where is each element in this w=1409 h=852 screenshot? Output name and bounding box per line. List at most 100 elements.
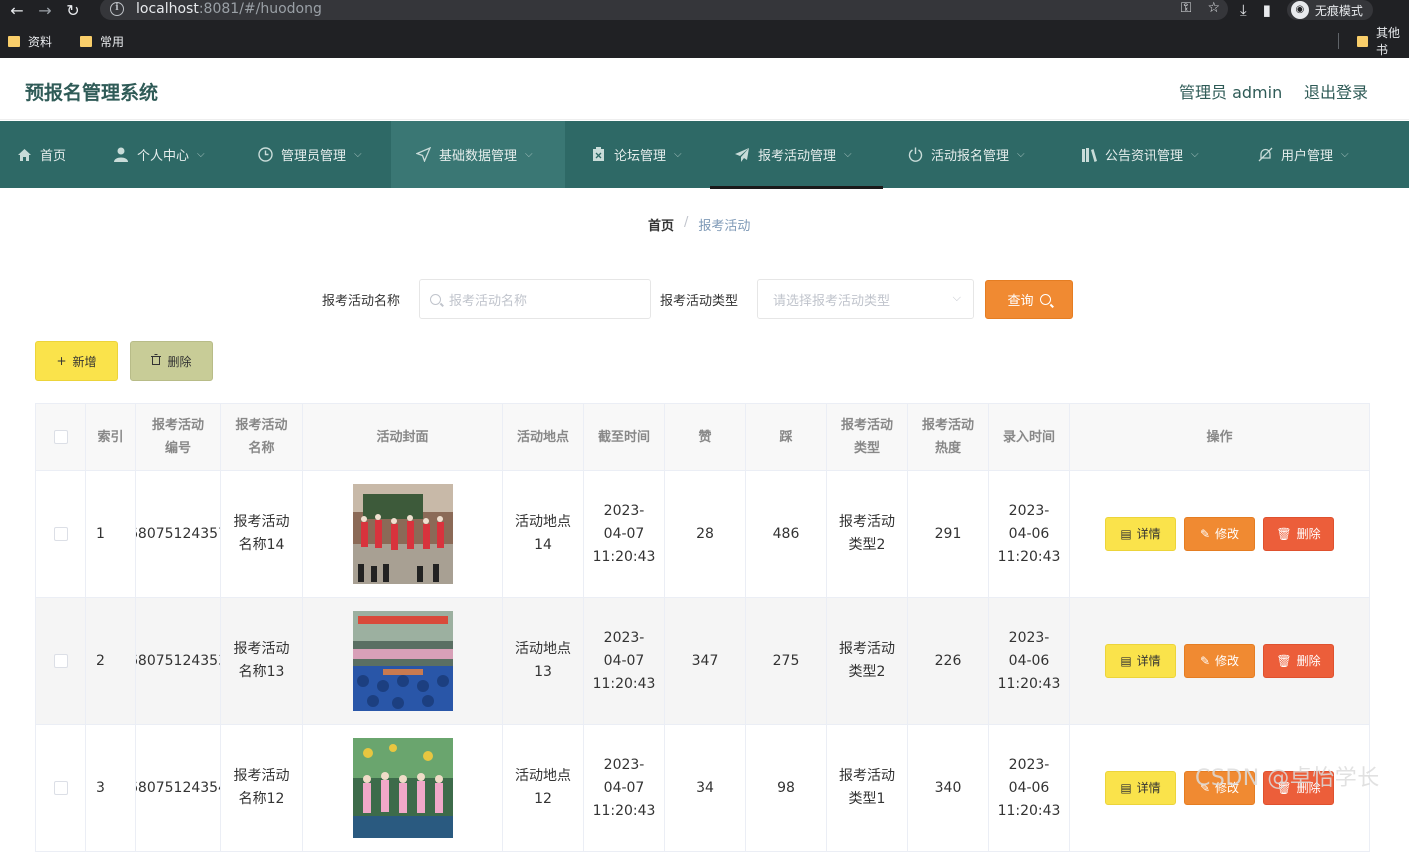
user-icon (113, 147, 129, 163)
row-name: 报考活动名称14 (221, 471, 303, 598)
reload-icon[interactable]: ↻ (62, 2, 84, 20)
nav-item-admin[interactable]: 管理员管理 ⌵ (239, 121, 391, 188)
row-index: 1 (86, 471, 136, 598)
document-icon: ▤ (1120, 526, 1132, 541)
plane-icon (734, 147, 750, 163)
url-text: localhost:8081/#/huodong (136, 1, 322, 17)
site-info-icon[interactable]: i (110, 2, 124, 16)
delete-button[interactable]: 🗑 删除 (1263, 517, 1334, 551)
row-heat: 291 (908, 471, 989, 598)
plus-icon: + (56, 354, 67, 368)
delete-button[interactable]: 🗑 删除 (1263, 644, 1334, 678)
row-created: 2023-04-06 11:20:43 (989, 725, 1070, 852)
row-code: 1680751243576 (136, 471, 221, 598)
activity-cover-image[interactable] (352, 738, 453, 838)
sidebar-icon[interactable]: ▮ (1263, 1, 1271, 19)
nav-item-user[interactable]: 用户管理 ⌵ (1229, 121, 1389, 188)
table-row: 2 1680751243530 报考活动名称13 活动地点13 2023-04-… (36, 598, 1370, 725)
col-location: 活动地点 (503, 404, 584, 471)
nav-item-enrollment[interactable]: 活动报名管理 ⌵ (883, 121, 1057, 188)
add-button[interactable]: + 新增 (35, 341, 118, 381)
nav-item-announcement[interactable]: 公告资讯管理 ⌵ (1057, 121, 1229, 188)
bookmark-folder[interactable]: 常用 (80, 33, 124, 50)
folder-icon (8, 35, 20, 47)
pencil-icon: ✎ (1199, 653, 1211, 668)
edit-button[interactable]: ✎ 修改 (1184, 517, 1255, 551)
nav-item-home[interactable]: 首页 (0, 121, 93, 188)
bookmark-folder[interactable]: 资料 (8, 33, 52, 50)
select-all-checkbox[interactable] (53, 430, 68, 444)
key-icon[interactable]: ⚿ (1181, 0, 1192, 16)
send-icon (415, 147, 431, 163)
nav-item-personal[interactable]: 个人中心 ⌵ (93, 121, 239, 188)
activity-type-select[interactable]: 请选择报考活动类型 ⌵ (757, 279, 974, 319)
bookmark-folder-other[interactable]: 其他书 (1356, 24, 1409, 58)
batch-delete-button[interactable]: 删除 (130, 341, 213, 381)
incognito-badge[interactable]: ◉ 无痕模式 (1286, 0, 1373, 20)
col-likes: 赞 (665, 404, 746, 471)
chevron-down-icon: ⌵ (952, 291, 961, 304)
row-dislikes: 275 (746, 598, 827, 725)
breadcrumb-separator: / (684, 215, 689, 230)
forward-icon[interactable]: → (34, 2, 56, 20)
activity-type-label: 报考活动类型 (660, 294, 739, 309)
breadcrumb-home[interactable]: 首页 (648, 215, 674, 234)
chevron-down-icon: ⌵ (197, 149, 205, 160)
activity-cover-image[interactable] (352, 611, 453, 711)
row-heat: 226 (908, 598, 989, 725)
bell-off-icon (1257, 147, 1273, 163)
activity-name-label: 报考活动名称 (322, 294, 401, 309)
activity-name-input[interactable]: 报考活动名称 (419, 279, 651, 319)
nav-item-forum[interactable]: 论坛管理 ⌵ (565, 121, 710, 188)
breadcrumb-current: 报考活动 (698, 219, 751, 234)
row-deadline: 2023-04-07 11:20:43 (584, 725, 665, 852)
detail-button[interactable]: ▤ 详情 (1105, 644, 1176, 678)
trash-icon: 🗑 (1276, 526, 1292, 541)
edit-button[interactable]: ✎ 修改 (1184, 644, 1255, 678)
col-cover: 活动封面 (303, 404, 503, 471)
chevron-down-icon: ⌵ (1341, 149, 1349, 160)
nav-item-basic-data[interactable]: 基础数据管理 ⌵ (391, 121, 565, 188)
row-created: 2023-04-06 11:20:43 (989, 598, 1070, 725)
row-heat: 340 (908, 725, 989, 852)
query-button[interactable]: 查询 (985, 280, 1073, 319)
nav-item-exam-activity[interactable]: 报考活动管理 ⌵ (710, 121, 883, 189)
row-checkbox[interactable] (53, 654, 68, 668)
top-nav: 首页 个人中心 ⌵ 管理员管理 ⌵ 基础数据管理 ⌵ 论坛管理 ⌵ 报考活动管理 ⌵ 活动… (0, 121, 1409, 189)
row-type: 报考活动类型2 (827, 471, 908, 598)
address-bar[interactable]: i localhost:8081/#/huodong ⚿ ☆ (100, 0, 1228, 20)
pencil-icon: ✎ (1199, 526, 1211, 541)
folder-icon (1356, 35, 1368, 47)
row-index: 2 (86, 598, 136, 725)
select-all-cell (36, 404, 86, 471)
browser-chrome: ← → ↻ i localhost:8081/#/huodong ⚿ ☆ ⤓ ▮… (0, 0, 1409, 58)
star-icon[interactable]: ☆ (1207, 0, 1220, 16)
breadcrumb: 首页 / 报考活动 (648, 215, 750, 234)
back-icon[interactable]: ← (6, 2, 28, 20)
chevron-down-icon: ⌵ (1017, 149, 1025, 160)
home-icon (16, 147, 32, 163)
row-index: 3 (86, 725, 136, 852)
row-code: 1680751243530 (136, 598, 221, 725)
row-deadline: 2023-04-07 11:20:43 (584, 598, 665, 725)
delete-box-icon (590, 147, 606, 163)
col-index: 索引 (86, 404, 136, 471)
chevron-down-icon: ⌵ (674, 149, 682, 160)
row-location: 活动地点13 (503, 598, 584, 725)
bookmarks-bar: 资料 常用 其他书 (0, 26, 1409, 57)
power-icon (907, 147, 923, 163)
col-type: 报考活动类型 (827, 404, 908, 471)
detail-button[interactable]: ▤ 详情 (1105, 517, 1176, 551)
search-icon (1039, 294, 1051, 305)
row-checkbox[interactable] (53, 781, 68, 795)
document-icon: ▤ (1120, 653, 1132, 668)
row-location: 活动地点14 (503, 471, 584, 598)
activity-cover-image[interactable] (352, 484, 453, 584)
row-checkbox[interactable] (53, 527, 68, 541)
trash-icon (151, 354, 162, 368)
logout-link[interactable]: 退出登录 (1304, 79, 1368, 103)
row-likes: 347 (665, 598, 746, 725)
table-row: 3 1680751243547 报考活动名称12 活动地点12 2023-04-… (36, 725, 1370, 852)
row-code: 1680751243547 (136, 725, 221, 852)
download-icon[interactable]: ⤓ (1240, 1, 1247, 19)
